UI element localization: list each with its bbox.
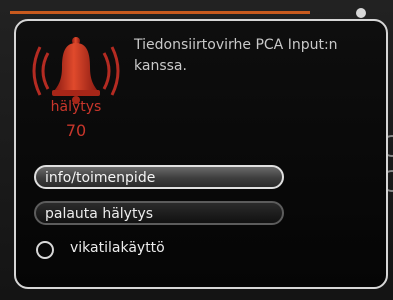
fault-mode-label: vikatilakäyttö — [70, 240, 165, 256]
scroll-indicator-dot — [356, 8, 366, 18]
bell-icon — [32, 37, 120, 104]
progress-accent-bar — [10, 11, 310, 14]
radio-button[interactable] — [36, 241, 54, 259]
info-action-button[interactable]: info/toimenpide — [34, 165, 284, 189]
alarm-message: Tiedonsiirtovirhe PCA Input:n kanssa. — [134, 37, 338, 74]
reset-alarm-button[interactable]: palauta hälytys — [34, 201, 284, 225]
alarm-label: hälytys — [50, 99, 102, 115]
alarm-code: 70 — [65, 121, 87, 140]
display-frame: hälytys 70 Tiedonsiirtovirhe PCA Input:n… — [0, 0, 393, 300]
alarm-dialog: hälytys 70 Tiedonsiirtovirhe PCA Input:n… — [14, 19, 388, 289]
